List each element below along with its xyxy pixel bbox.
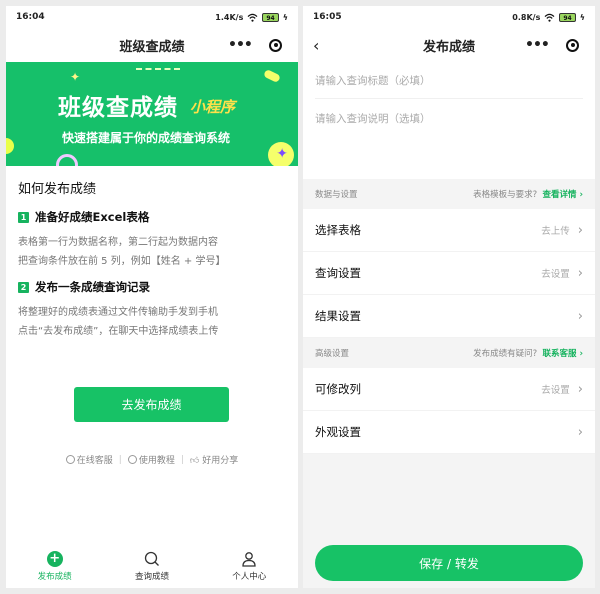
decoration [6,138,14,154]
query-form: 请输入查询标题（必填） 请输入查询说明（选填） [303,62,595,179]
tab-label: 查询成绩 [134,571,169,582]
row-select-table[interactable]: 选择表格 去上传 › [303,209,595,252]
description-textarea[interactable]: 请输入查询说明（选填） [315,99,583,179]
title-bar: 班级查成绩 ••• [6,28,298,62]
step-number: 2 [18,281,29,293]
network-speed: 1.4K/s [215,12,244,22]
row-label: 结果设置 [315,309,361,323]
row-label: 可修改列 [315,382,361,396]
step-number: 1 [18,211,29,223]
step-2: 2 发布一条成绩查询记录 将整理好的成绩表通过文件传输助手发到手机 点击“去发布成… [18,279,286,341]
more-icon[interactable]: ••• [525,38,550,52]
chevron-right-icon: › [577,265,583,281]
decoration [263,68,281,84]
status-time: 16:05 [313,12,342,22]
title-bar: ‹ 发布成绩 ••• [303,28,595,62]
search-icon [144,551,159,566]
plus-circle-icon: + [46,550,63,567]
hero-banner: ✦ ✦ 班级查成绩 小程序 快速搭建属于你的成绩查询系统 [6,62,298,166]
charging-icon: ϟ [579,12,585,22]
tab-label: 发布成绩 [37,571,72,582]
back-icon[interactable]: ‹ [313,36,319,55]
tab-profile[interactable]: 个人中心 [209,551,289,582]
battery-icon: 94 [559,12,576,22]
battery-icon: 94 [262,12,279,22]
row-value: 去上传 [541,226,570,237]
thumbs-up-icon: 👍︎ [189,456,200,466]
divider: | [118,454,122,465]
chevron-right-icon: › [577,222,583,238]
step-desc-line: 表格第一行为数据名称，第二行起为数据内容 [18,237,218,248]
link-tutorial[interactable]: 使用教程 [127,453,175,466]
chevron-right-icon: › [577,424,583,440]
tab-query[interactable]: 查询成绩 [112,551,192,582]
step-desc-line: 将整理好的成绩表通过文件传输助手发到手机 [18,307,218,318]
section-label: 高级设置 [315,349,350,359]
wifi-icon [247,13,258,22]
tab-label: 个人中心 [232,571,267,582]
page-title: 班级查成绩 [119,39,185,55]
title-input[interactable]: 请输入查询标题（必填） [315,62,583,99]
howto-title: 如何发布成绩 [18,182,97,197]
row-appearance-settings[interactable]: 外观设置 › [303,411,595,454]
link-customer-service[interactable]: 在线客服 [65,453,113,466]
banner-badge: 小程序 [190,98,236,116]
row-value: 去设置 [541,385,570,396]
decoration [56,154,78,166]
bottom-tab-bar: + 发布成绩 查询成绩 个人中心 [6,544,298,588]
more-icon[interactable]: ••• [228,38,253,52]
step-title: 准备好成绩Excel表格 [35,210,150,224]
step-title: 发布一条成绩查询记录 [35,280,150,294]
row-label: 选择表格 [315,223,361,237]
section-hint: 发布成绩有疑问? [473,349,538,359]
howto-section: 如何发布成绩 1 准备好成绩Excel表格 表格第一行为数据名称，第二行起为数据内… [6,166,298,341]
row-result-settings[interactable]: 结果设置 › [303,295,595,338]
user-icon [242,551,256,567]
row-label: 外观设置 [315,425,361,439]
link-share[interactable]: 👍︎ 好用分享 [190,453,238,466]
row-label: 查询设置 [315,266,361,280]
status-bar: 16:05 0.8K/s 94 ϟ [303,6,595,28]
banner-subtitle: 快速搭建属于你的成绩查询系统 [62,131,231,145]
step-desc-line: 点击“去发布成绩”，在聊天中选择成绩表上传 [18,326,219,337]
save-forward-button[interactable]: 保存 / 转发 [315,545,583,581]
step-desc-line: 把查询条件放在前 5 列，例如【姓名 + 学号】 [18,256,226,267]
decoration [136,62,180,70]
status-time: 16:04 [16,12,45,22]
close-miniprogram-icon[interactable] [566,38,579,52]
close-miniprogram-icon[interactable] [269,38,282,52]
banner-title: 班级查成绩 [58,95,178,121]
step-1: 1 准备好成绩Excel表格 表格第一行为数据名称，第二行起为数据内容 把查询条件… [18,209,286,271]
status-bar: 16:04 1.4K/s 94 ϟ [6,6,298,28]
help-links: 在线客服 | 使用教程 | 👍︎ 好用分享 [6,453,298,466]
chevron-right-icon: › [577,308,583,324]
section-label: 数据与设置 [315,190,358,200]
network-speed: 0.8K/s [512,12,541,22]
mini-program-capsule: ••• [517,34,587,56]
home-screen: 16:04 1.4K/s 94 ϟ 班级查成绩 ••• ✦ ✦ 班级查成绩 小程… [6,6,298,588]
view-details-link[interactable]: 查看详情 › [543,190,583,200]
mini-program-capsule: ••• [220,34,290,56]
section-hint: 表格模板与要求? [473,190,538,200]
section-advanced-settings: 高级设置 发布成绩有疑问? 联系客服 › [303,338,595,368]
sparkle-icon: ✦ [276,146,288,162]
wifi-icon [544,13,555,22]
tab-publish[interactable]: + 发布成绩 [15,550,95,582]
page-title: 发布成绩 [422,39,475,55]
section-data-settings: 数据与设置 表格模板与要求? 查看详情 › [303,179,595,209]
chevron-right-icon: › [577,381,583,397]
publish-button[interactable]: 去发布成绩 [74,387,229,422]
divider: | [180,454,184,465]
chat-icon [65,455,75,464]
row-editable-columns[interactable]: 可修改列 去设置 › [303,368,595,411]
star-icon: ✦ [70,70,81,84]
row-query-settings[interactable]: 查询设置 去设置 › [303,252,595,295]
row-value: 去设置 [541,269,570,280]
publish-screen: 16:05 0.8K/s 94 ϟ ‹ 发布成绩 ••• 请输入查询标题（必填）… [303,6,595,588]
charging-icon: ϟ [282,12,288,22]
info-icon [127,455,137,464]
contact-support-link[interactable]: 联系客服 › [543,349,583,359]
